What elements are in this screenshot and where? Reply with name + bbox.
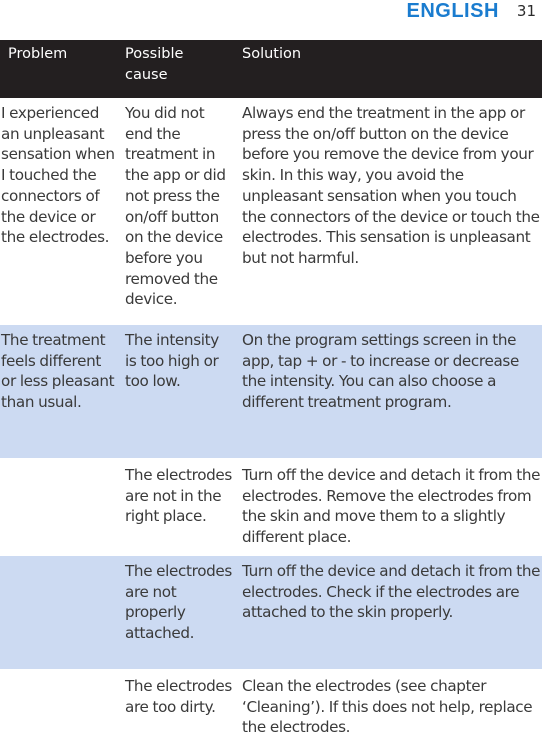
cause-cell: The intensity is too high or too low. xyxy=(117,323,234,459)
language-label: ENGLISH xyxy=(406,0,499,22)
column-header-possible-cause: Possible cause xyxy=(117,40,234,98)
cause-cell: You did not end the treatment in the app… xyxy=(117,98,234,324)
cause-cell: The electrodes are too dirty. xyxy=(117,668,234,744)
page-number: 31 xyxy=(516,1,536,20)
problem-cell xyxy=(0,458,117,555)
solution-cell: Always end the treatment in the app or p… xyxy=(234,98,542,324)
solution-cell: Turn off the device and detach it from t… xyxy=(234,553,542,670)
troubleshooting-table: Problem Possible cause Solution I experi… xyxy=(0,40,542,744)
cause-cell: The electrodes are not in the right plac… xyxy=(117,458,234,555)
table-header-row: Problem Possible cause Solution xyxy=(0,40,542,98)
table-row: The electrodes are not in the right plac… xyxy=(0,458,542,555)
problem-cell: The treatment feels different or less pl… xyxy=(0,323,117,459)
table-row: The electrodes are not properly attached… xyxy=(0,553,542,670)
problem-cell: I experienced an unpleasant sensation wh… xyxy=(0,98,117,324)
table-row: The electrodes are too dirty. Clean the … xyxy=(0,668,542,744)
table-body: I experienced an unpleasant sensation wh… xyxy=(0,98,542,744)
solution-cell: Turn off the device and detach it from t… xyxy=(234,458,542,555)
column-header-problem: Problem xyxy=(0,40,117,98)
solution-cell: On the program settings screen in the ap… xyxy=(234,323,542,459)
table-row: I experienced an unpleasant sensation wh… xyxy=(0,98,542,324)
table-header: Problem Possible cause Solution xyxy=(0,40,542,98)
cause-cell: The electrodes are not properly attached… xyxy=(117,553,234,670)
problem-cell xyxy=(0,668,117,744)
column-header-solution: Solution xyxy=(234,40,542,98)
solution-cell: Clean the electrodes (see chapter ‘Clean… xyxy=(234,668,542,744)
page-header: ENGLISH 31 xyxy=(407,0,542,22)
problem-cell xyxy=(0,553,117,670)
table-row: The treatment feels different or less pl… xyxy=(0,323,542,459)
